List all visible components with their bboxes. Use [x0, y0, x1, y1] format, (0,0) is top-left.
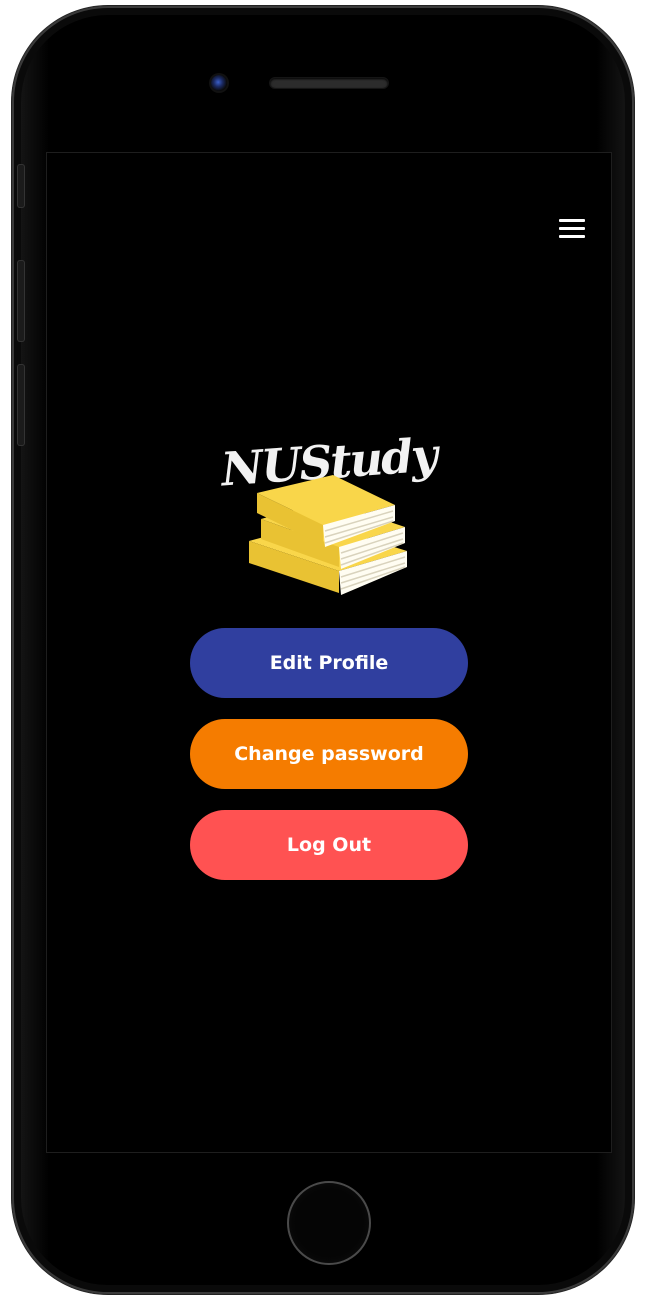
log-out-button[interactable]: Log Out	[190, 810, 468, 880]
app-logo: NUStudy	[217, 427, 443, 607]
volume-up-button	[17, 260, 25, 342]
hamburger-menu-icon[interactable]	[559, 219, 585, 239]
earpiece-speaker	[270, 78, 388, 88]
home-button	[287, 1181, 371, 1265]
edit-profile-button[interactable]: Edit Profile	[190, 628, 468, 698]
front-camera	[211, 75, 227, 91]
books-stack-icon	[249, 475, 407, 595]
volume-down-button	[17, 364, 25, 446]
change-password-button[interactable]: Change password	[190, 719, 468, 789]
mute-switch	[17, 164, 25, 208]
app-screen: NUStudy Edit Profile Change password Log…	[46, 152, 612, 1153]
